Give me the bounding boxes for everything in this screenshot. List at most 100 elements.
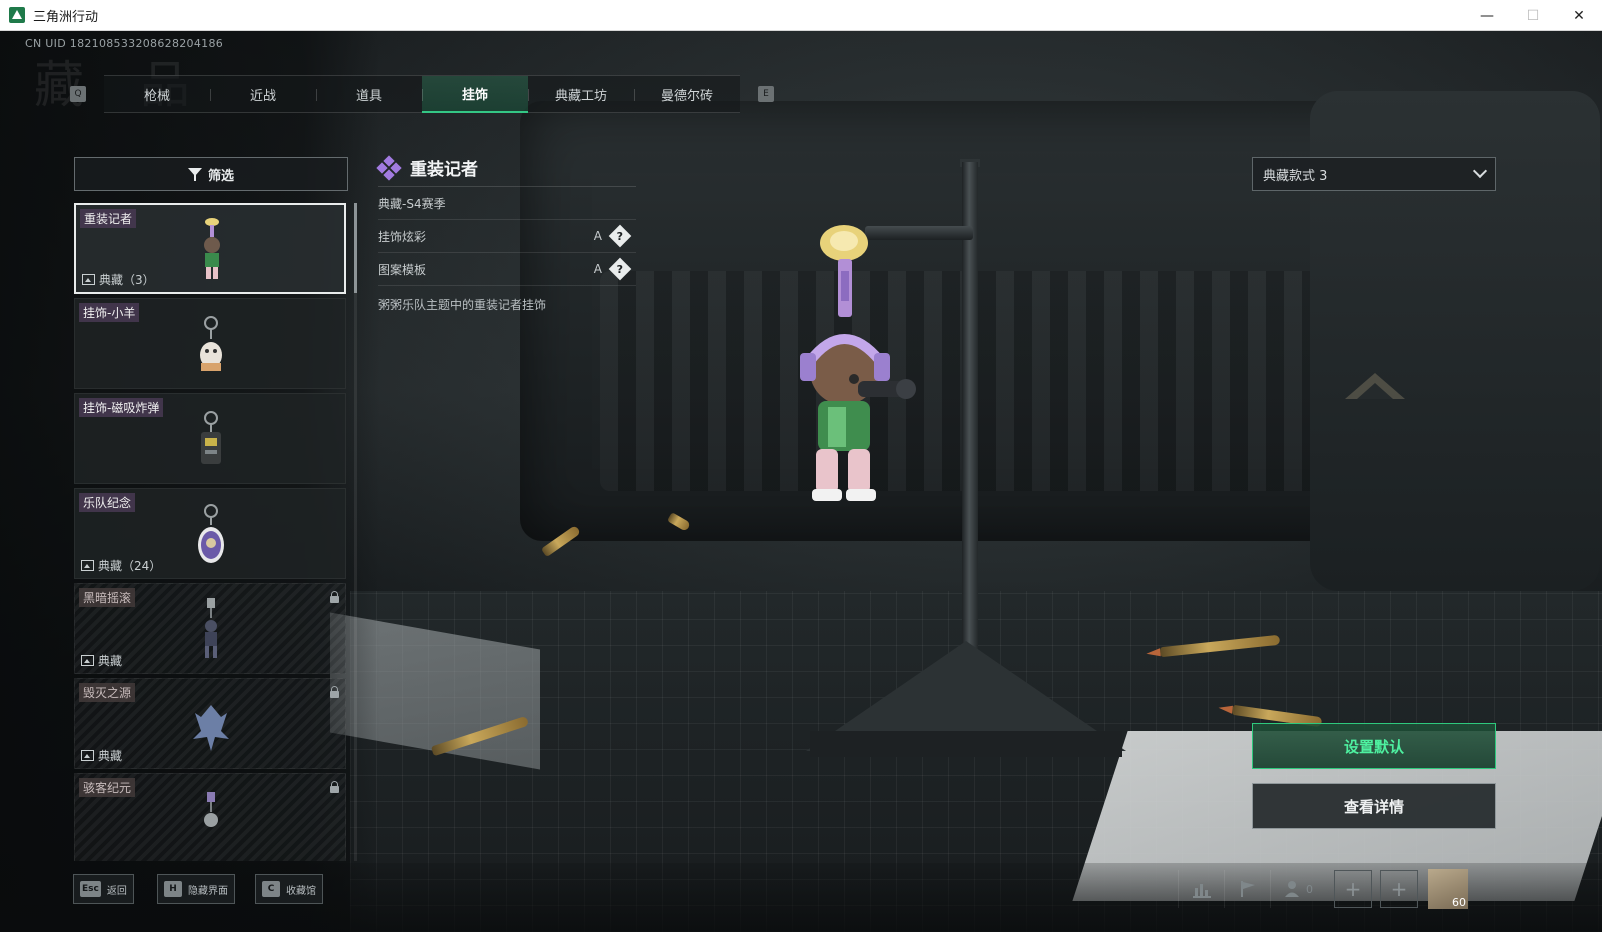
stats-icon[interactable] [1178,870,1224,908]
list-item[interactable]: 乐队纪念 典藏（24） [74,488,346,579]
item-description: 粥粥乐队主题中的重装记者挂饰 [378,298,547,312]
item-thumbnail [201,411,221,464]
add-slot-button[interactable]: + [1334,870,1372,908]
collection-icon [81,560,94,571]
tab-workshop[interactable]: 典藏工坊 [528,76,634,113]
tab-items[interactable]: 道具 [316,76,422,113]
player-uid: CN UID 18210853320862820418​6 [25,37,224,50]
detail-title: 重装记者 [410,160,478,180]
maximize-button[interactable]: ☐ [1510,0,1556,31]
friends-count: 0 [1306,882,1313,896]
item-thumbnail [193,705,229,751]
hint-label: 隐藏界面 [188,885,228,897]
chevron-down-icon [1472,163,1488,179]
add-slot-button[interactable]: + [1380,870,1418,908]
attribute-row: 图案模板 A ? [378,253,636,286]
hint-label: 收藏馆 [286,885,316,897]
key-badge: C [262,881,280,897]
detail-panel: 重装记者 典藏-S4赛季 挂饰炫彩 A ? 图案模板 A ? 粥粥乐队主题中的重… [376,149,636,313]
list-item[interactable]: 骇客纪元 [74,773,346,861]
season-row: 典藏-S4赛季 [378,187,636,220]
hide-ui-hint-button[interactable]: H 隐藏界面 [157,874,235,904]
display-stand-pole [962,162,978,682]
tab-charms[interactable]: 挂饰 [422,76,528,113]
lock-icon [330,686,339,698]
view-details-button[interactable]: 查看详情 [1252,783,1496,829]
variant-dropdown[interactable]: 典藏款式 3 [1252,157,1496,191]
collection-icon [81,655,94,666]
list-item[interactable]: 黑暗摇滚 典藏 [74,583,346,674]
collection-tag: 典藏 [81,747,122,764]
display-stand-foot [810,731,1122,757]
system-buttons: 0 + + 60 [1178,869,1468,909]
scrollbar-thumb[interactable] [354,203,357,293]
attribute-row: 挂饰炫彩 A ? [378,220,636,253]
background-arrow-icon [1345,373,1405,399]
attribute-label: 图案模板 [378,262,427,277]
category-tabbar: Q 枪械 近战 道具 挂饰 典藏工坊 曼德尔砖 E [70,75,774,113]
list-item[interactable]: 毁灭之源 典藏 [74,678,346,769]
next-tab-key[interactable]: E [758,86,774,102]
help-icon[interactable]: ? [608,224,632,248]
collection-icon [81,750,94,761]
tab-guns[interactable]: 枪械 [104,76,210,113]
collection-tag: 典藏（24） [81,557,161,574]
flag-icon[interactable] [1224,870,1270,908]
tab-mandel-brick[interactable]: 曼德尔砖 [634,76,740,113]
key-badge: H [164,881,182,897]
set-default-button[interactable]: 设置默认 [1252,723,1496,769]
help-icon[interactable]: ? [608,257,632,281]
key-badge: Esc [80,881,101,897]
attribute-label: 挂饰炫彩 [378,229,427,244]
item-thumbnail [200,316,222,371]
item-name: 黑暗摇滚 [79,588,136,607]
friends-icon [1285,881,1299,897]
filter-label: 筛选 [207,168,234,184]
app-window: 三角洲行动 — ☐ ✕ 藏 品 CN UID 18210853320862820… [0,0,1602,932]
friends-button[interactable]: 0 [1270,870,1326,908]
tab-melee[interactable]: 近战 [210,76,316,113]
item-name: 挂饰-小羊 [79,303,140,322]
player-avatar[interactable]: 60 [1428,869,1468,909]
collection-tag: 典藏 [81,652,122,669]
collection-label: 典藏（3） [99,273,155,287]
item-name: 骇客纪元 [79,778,136,797]
lock-icon [330,591,339,603]
collection-label: 典藏 [98,749,123,763]
item-thumbnail [204,792,218,827]
item-name: 毁灭之源 [79,683,136,702]
item-name: 乐队纪念 [79,493,136,512]
window-title: 三角洲行动 [33,9,99,25]
app-logo-icon [9,7,25,23]
rarity-diamond-icon [376,154,402,181]
game-viewport: 藏 品 CN UID 18210853320862820418​6 Q 枪械 近… [0,31,1602,932]
list-scrollbar[interactable] [354,203,357,861]
item-thumbnail [198,504,224,563]
collection-label: 典藏 [98,654,123,668]
player-level: 60 [1452,896,1466,909]
item-name: 重装记者 [80,209,137,228]
collection-label: 典藏（24） [98,559,162,573]
list-item[interactable]: 挂饰-小羊 [74,298,346,389]
lock-icon [330,781,339,793]
back-hint-button[interactable]: Esc 返回 [73,874,134,904]
title-bar: 三角洲行动 — ☐ ✕ [0,0,1602,31]
prev-tab-key[interactable]: Q [70,86,86,102]
attribute-grade: A [593,229,602,243]
filter-icon [187,167,202,181]
collection-tag: 典藏（3） [82,271,155,288]
variant-value: 典藏款式 3 [1263,168,1328,184]
collection-icon [82,274,95,285]
list-item[interactable]: 重装记者 典藏（3） [74,203,346,294]
charm-list: 重装记者 典藏（3） 挂饰-小羊 挂饰-磁吸炸弹 乐队纪念 典藏（24） 黑暗摇… [74,203,348,861]
detail-header: 重装记者 [376,149,636,187]
item-thumbnail [205,598,217,658]
charm-preview[interactable] [788,221,928,511]
item-name: 挂饰-磁吸炸弹 [79,398,164,417]
minimize-button[interactable]: — [1464,0,1510,31]
filter-button[interactable]: 筛选 [74,157,348,191]
list-item[interactable]: 挂饰-磁吸炸弹 [74,393,346,484]
close-button[interactable]: ✕ [1556,0,1602,31]
collection-hall-hint-button[interactable]: C 收藏馆 [255,874,323,904]
season-label: 典藏-S4赛季 [378,196,446,211]
